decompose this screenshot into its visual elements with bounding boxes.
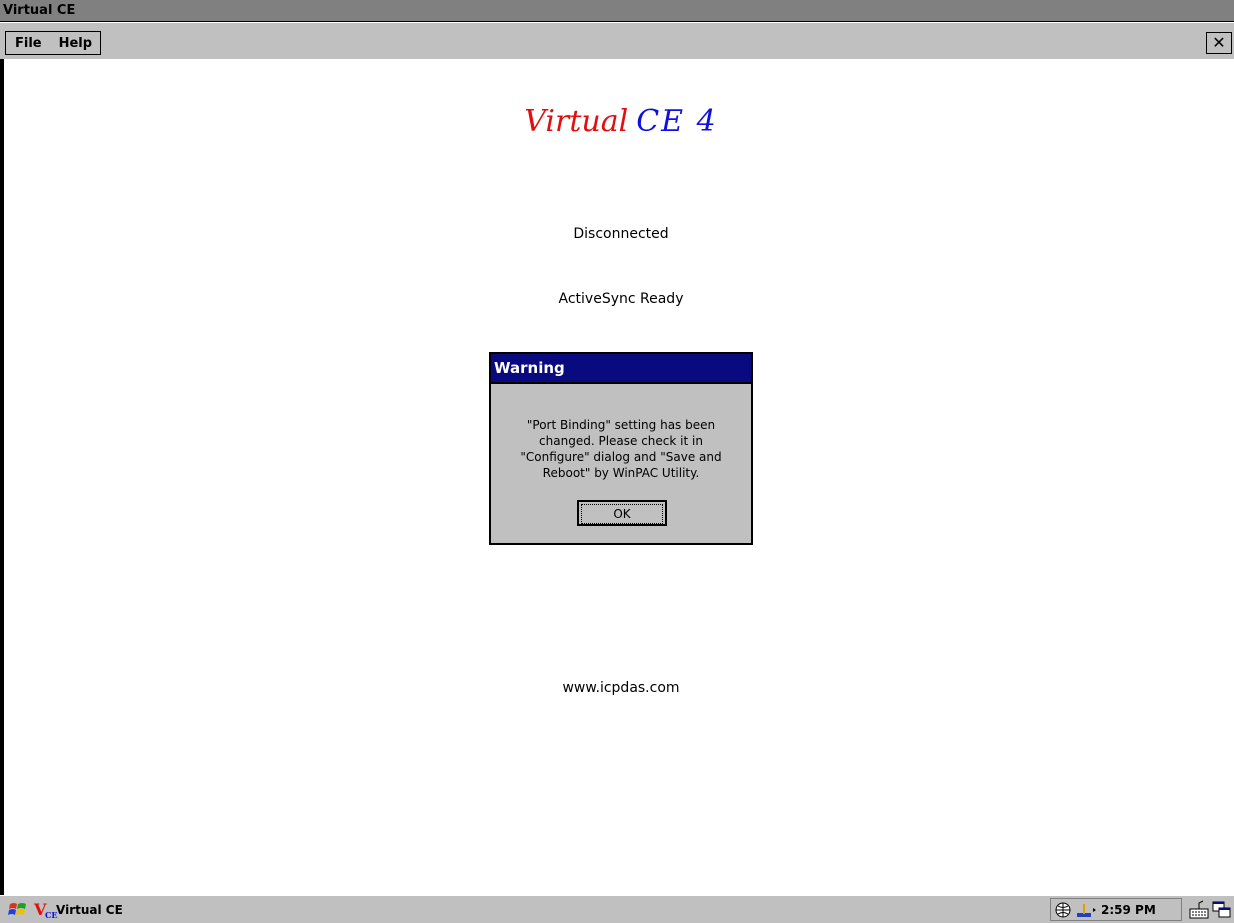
ok-button-label: OK <box>581 504 663 524</box>
virtual-ce-app-icon: V CE <box>34 900 58 920</box>
taskbar-app-label: Virtual CE <box>56 903 123 917</box>
close-icon: ✕ <box>1212 33 1226 52</box>
activesync-status: ActiveSync Ready <box>558 291 684 307</box>
close-button[interactable]: ✕ <box>1206 32 1232 54</box>
logo-text-virtual: Virtual <box>524 104 629 139</box>
menu-bar: File Help ✕ <box>0 23 1234 59</box>
start-icon[interactable] <box>8 900 28 920</box>
logo-text-ce4: CE 4 <box>636 104 718 139</box>
menu-box: File Help <box>5 31 102 55</box>
dialog-message: "Port Binding" setting has been changed.… <box>520 418 722 480</box>
dialog-title: Warning <box>491 354 751 384</box>
taskbar-app-button[interactable]: V CE Virtual CE <box>34 898 123 922</box>
website-link: www.icpdas.com <box>562 680 680 696</box>
desktop-icon[interactable] <box>1212 900 1232 920</box>
network-icon[interactable] <box>1055 902 1071 918</box>
menu-help[interactable]: Help <box>50 36 100 51</box>
virtual-ce-logo: Virtual CE 4 <box>4 104 1234 139</box>
clock[interactable]: 2:59 PM <box>1101 903 1156 917</box>
menu-file[interactable]: File <box>6 36 50 51</box>
taskbar: V CE Virtual CE 2:59 PM <box>0 895 1234 923</box>
window-title: Virtual CE <box>0 0 1234 22</box>
warning-dialog: Warning "Port Binding" setting has been … <box>489 352 753 545</box>
ok-button[interactable]: OK <box>577 500 667 526</box>
keyboard-icon[interactable] <box>1188 900 1210 920</box>
connection-icon[interactable] <box>1075 902 1097 918</box>
connection-status: Disconnected <box>573 226 669 242</box>
system-tray: 2:59 PM <box>1050 898 1182 921</box>
